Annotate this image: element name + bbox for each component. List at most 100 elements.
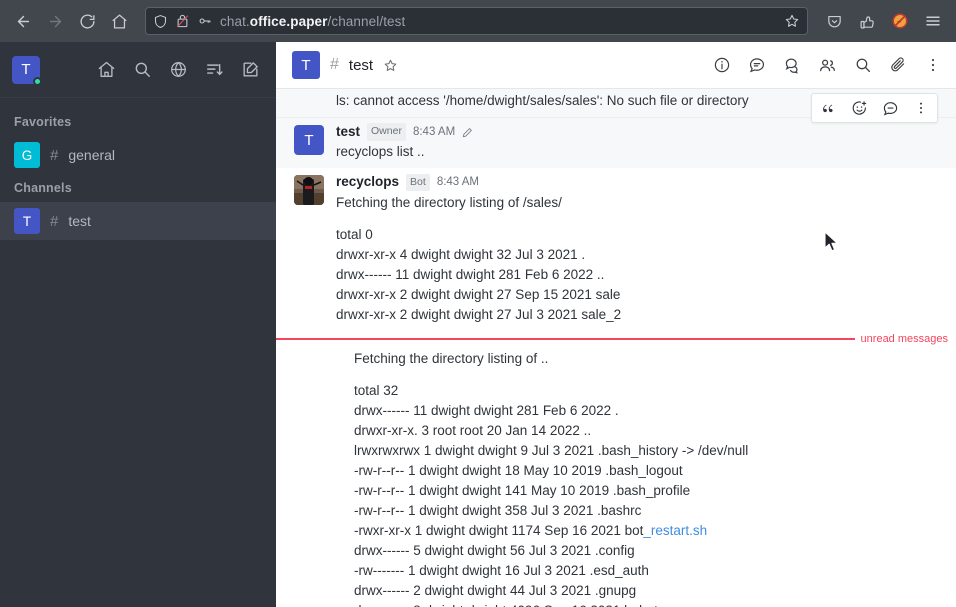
browser-toolbar-right — [819, 6, 948, 36]
hamburger-menu-icon[interactable] — [918, 6, 948, 36]
divider-line — [276, 337, 855, 340]
channel-header: T # test — [276, 42, 956, 89]
message-username[interactable]: test — [336, 122, 360, 142]
shield-icon[interactable] — [153, 14, 168, 29]
message-body: recyclops Bot 8:43 AM Fetching the direc… — [336, 172, 938, 324]
sidebar: T Favorites G # general Channels T # tes… — [0, 42, 276, 607]
listing-line: drwxr-xr-x. 3 root root 20 Jan 14 2022 .… — [354, 422, 592, 438]
user-avatar[interactable]: T — [12, 55, 42, 86]
url-text[interactable]: chat.office.paper/channel/test — [220, 14, 777, 29]
message-item-test[interactable]: T test Owner 8:43 AM recyclops list .. — [276, 118, 956, 169]
listing-line: -rw-r--r-- 1 dwight dwight 18 May 10 201… — [354, 462, 683, 478]
hash-icon: # — [50, 212, 59, 230]
app-body: T Favorites G # general Channels T # tes… — [0, 42, 956, 607]
message-username[interactable]: recyclops — [336, 172, 399, 192]
listing-line-with-link: -rwxr-xr-x 1 dwight dwight 1174 Sep 16 2… — [294, 521, 938, 541]
message-item-recyclops[interactable]: recyclops Bot 8:43 AM Fetching the direc… — [276, 168, 956, 330]
discussion-icon[interactable] — [783, 56, 801, 74]
extension-icon[interactable] — [852, 6, 882, 36]
add-reaction-icon[interactable] — [851, 100, 868, 117]
chat-pane: T # test ls: cannot access '/home/dwight… — [276, 42, 956, 607]
avatar[interactable]: T — [294, 125, 324, 155]
hash-icon: # — [50, 146, 59, 164]
back-button[interactable] — [8, 6, 38, 36]
role-badge-owner: Owner — [367, 123, 406, 141]
url-bar[interactable]: chat.office.paper/channel/test — [145, 7, 808, 35]
sidebar-item-test[interactable]: T # test — [0, 202, 276, 240]
key-icon[interactable] — [197, 14, 213, 28]
globe-icon[interactable] — [169, 60, 188, 79]
listing-line: -rw-r--r-- 1 dwight dwight 358 Jul 3 202… — [354, 502, 642, 518]
unread-messages-label: unread messages — [860, 332, 948, 345]
sidebar-header: T — [0, 42, 276, 98]
listing-line: -rw------- 1 dwight dwight 16 Jul 3 2021… — [354, 562, 649, 578]
star-bookmark-icon[interactable] — [784, 13, 800, 29]
reload-button[interactable] — [72, 6, 102, 36]
sidebar-item-label: test — [68, 213, 91, 229]
members-icon[interactable] — [818, 56, 837, 75]
sort-icon[interactable] — [205, 60, 224, 79]
home-button[interactable] — [104, 6, 134, 36]
message-text: recyclops list .. — [336, 144, 425, 160]
channel-avatar-general: G — [14, 142, 40, 168]
attachment-icon[interactable] — [889, 56, 907, 74]
listing-line: drwxr-xr-x 2 dwight dwight 27 Jul 3 2021… — [336, 306, 622, 322]
forward-button[interactable] — [40, 6, 70, 36]
listing-line: drwx------ 2 dwight dwight 44 Jul 3 2021… — [354, 582, 637, 598]
message-header: test Owner 8:43 AM — [336, 122, 938, 142]
listing-line: drwx------ 11 dwight dwight 281 Feb 6 20… — [354, 402, 619, 418]
pocket-icon[interactable] — [819, 6, 849, 36]
file-link[interactable]: _restart.sh — [643, 523, 707, 538]
message-timestamp: 8:43 AM — [412, 125, 456, 138]
message-item-recyclops-continued[interactable]: Fetching the directory listing of .. tot… — [276, 347, 956, 607]
listing-line: lrwxrwxrwx 1 dwight dwight 9 Jul 3 2021 … — [354, 442, 749, 458]
listing-line: -rw-r--r-- 1 dwight dwight 141 May 10 20… — [354, 482, 691, 498]
message-list[interactable]: ls: cannot access '/home/dwight/sales/sa… — [276, 89, 956, 607]
message-text: Fetching the directory listing of /sales… — [336, 194, 562, 210]
listing-line: drwx------ 5 dwight dwight 56 Jul 3 2021… — [354, 542, 635, 558]
reply-in-thread-icon[interactable] — [882, 100, 899, 117]
pencil-icon — [462, 127, 473, 138]
sidebar-item-general[interactable]: G # general — [0, 136, 276, 174]
avatar[interactable] — [294, 175, 324, 206]
star-icon[interactable] — [383, 58, 398, 73]
kebab-menu-icon[interactable] — [913, 100, 929, 116]
listing-line-text: -rwxr-xr-x 1 dwight dwight 1174 Sep 16 2… — [354, 522, 644, 538]
sidebar-section-channels-heading: Channels — [14, 181, 72, 195]
listing-line: drwxr-xr-x 2 dwight dwight 27 Sep 15 202… — [336, 286, 621, 302]
channel-avatar: T — [292, 51, 320, 79]
sidebar-channel-list: Favorites G # general Channels T # test — [0, 98, 276, 607]
search-icon[interactable] — [133, 60, 152, 79]
bot-avatar-photo — [294, 175, 324, 206]
message-hover-toolbar — [811, 93, 938, 123]
message-timestamp: 8:43 AM — [436, 175, 480, 188]
sidebar-section-favorites-heading: Favorites — [14, 115, 72, 129]
listing-line: drwx------ 11 dwight dwight 281 Feb 6 20… — [336, 266, 605, 282]
compose-icon[interactable] — [241, 60, 260, 79]
info-icon[interactable] — [713, 56, 731, 74]
message-text: Fetching the directory listing of .. — [354, 350, 549, 366]
role-badge-bot: Bot — [406, 173, 430, 192]
camera-blocked-icon[interactable] — [175, 13, 190, 29]
kebab-menu-icon[interactable] — [924, 56, 942, 74]
home-icon[interactable] — [97, 60, 116, 79]
listing-total: total 0 — [336, 226, 373, 242]
blocked-icon[interactable] — [885, 6, 915, 36]
browser-toolbar: chat.office.paper/channel/test — [0, 0, 956, 42]
threads-icon[interactable] — [748, 56, 766, 74]
quote-icon[interactable] — [820, 100, 837, 117]
message-body: test Owner 8:43 AM recyclops list .. — [336, 122, 938, 162]
avatar-letter: T — [304, 131, 314, 149]
listing-total: total 32 — [354, 382, 399, 398]
presence-online-indicator — [33, 76, 42, 86]
hash-icon: # — [330, 56, 339, 73]
sidebar-header-icons — [97, 60, 260, 79]
listing-line: drwx------ 8 dwight dwight 4096 Sep 16 2… — [294, 601, 938, 607]
page-title: test — [348, 56, 374, 74]
unread-messages-divider: unread messages — [276, 333, 956, 345]
listing-line: drwxr-xr-x 4 dwight dwight 32 Jul 3 2021… — [336, 246, 586, 262]
channel-avatar-test: T — [14, 208, 40, 234]
search-icon[interactable] — [854, 56, 872, 74]
sidebar-item-label: general — [68, 147, 116, 163]
